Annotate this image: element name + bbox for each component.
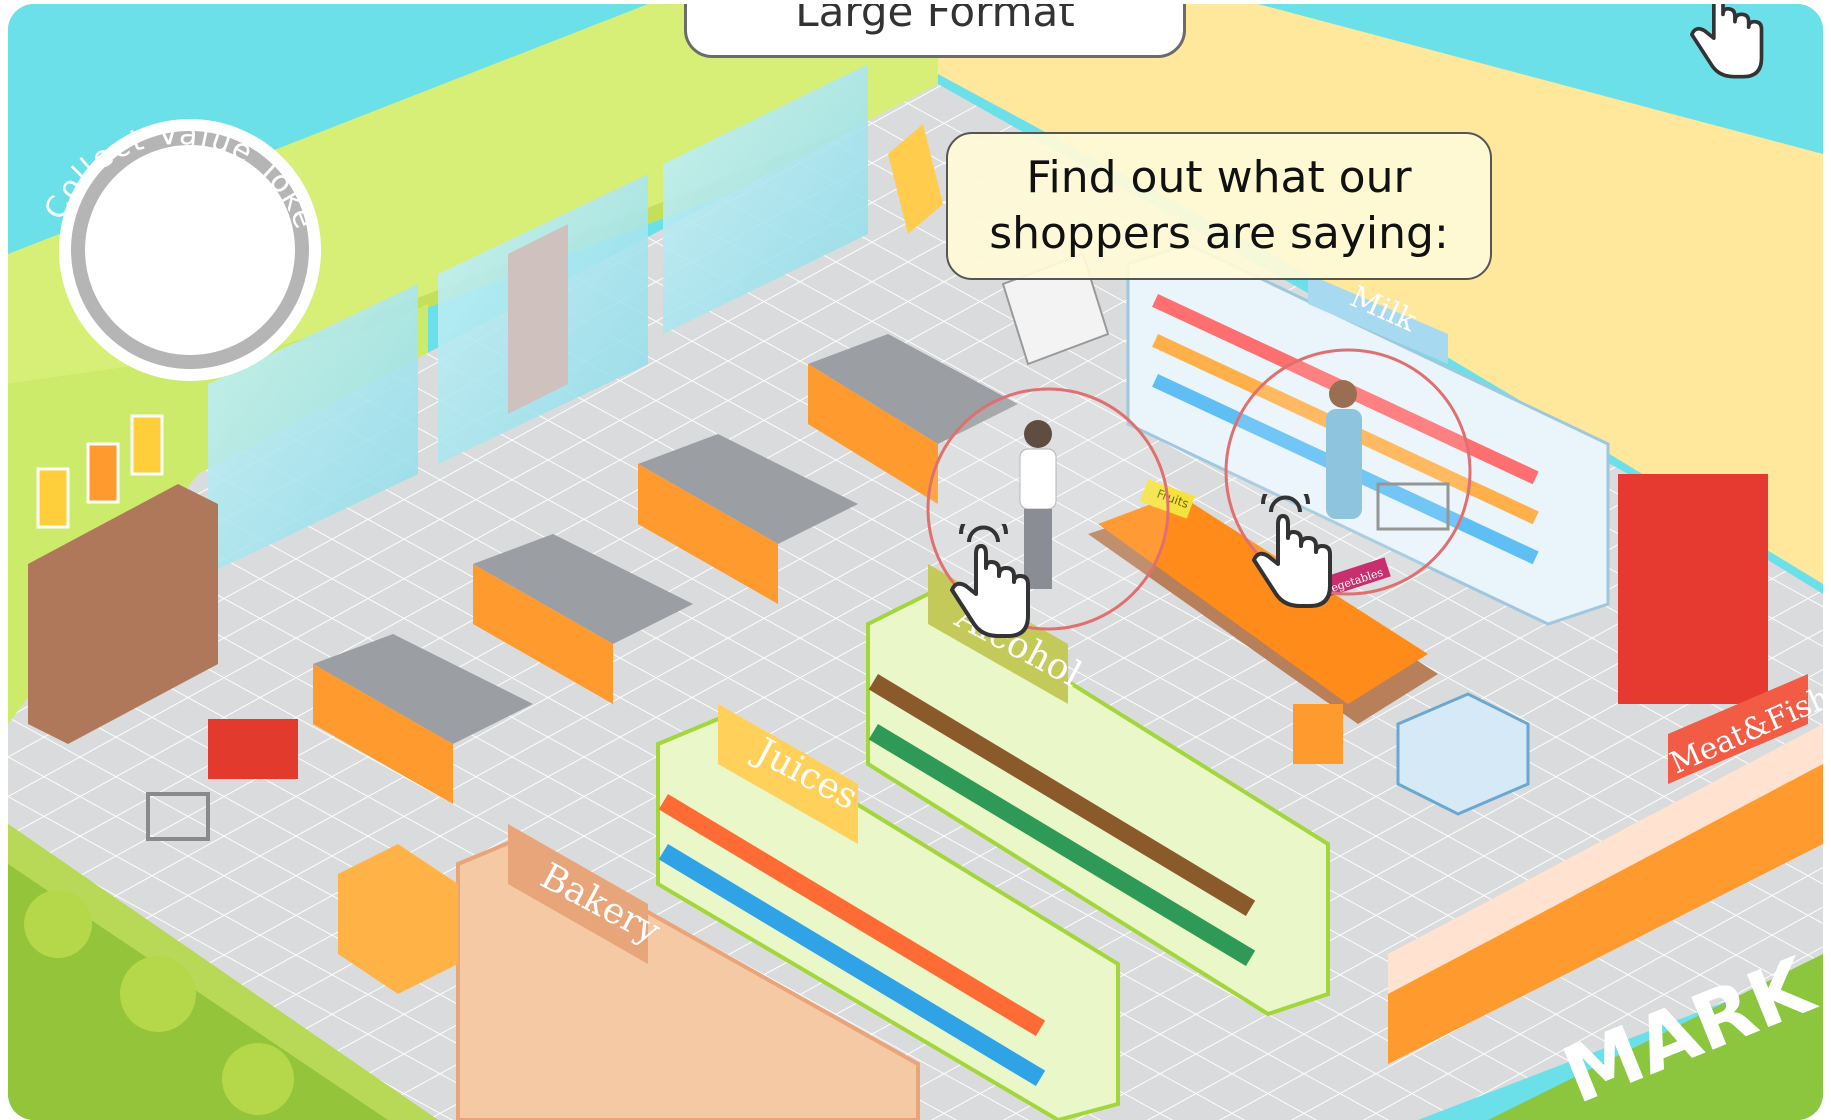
weighing-scale [1293, 704, 1343, 764]
value-token-badge[interactable]: Collect Value Tokens [17, 47, 328, 394]
shoppers-speech-bubble: Find out what our shoppers are saying: [946, 132, 1492, 280]
entrance-door [508, 224, 568, 414]
page-title: Large Format [795, 4, 1075, 36]
poster-2 [86, 442, 120, 504]
supermarket-canvas: MARK Milk Fruits Alcohol Juices Bakery M… [8, 4, 1823, 1120]
shopping-baskets [208, 719, 298, 779]
speech-text: Find out what our shoppers are saying: [989, 152, 1449, 259]
tree-1 [24, 890, 92, 958]
poster-1 [36, 467, 70, 529]
tree-3 [222, 1043, 294, 1115]
hand-pointer-icon[interactable] [1238, 494, 1338, 614]
poster-3 [130, 414, 164, 476]
hand-pointer-icon[interactable] [936, 524, 1036, 644]
title-banner: Large Format [684, 4, 1186, 58]
token-ring-icon: Collect Value Tokens [17, 47, 321, 381]
drinks-fridge [1618, 474, 1768, 704]
hand-pointer-icon[interactable] [1668, 4, 1778, 84]
tree-2 [120, 956, 196, 1032]
